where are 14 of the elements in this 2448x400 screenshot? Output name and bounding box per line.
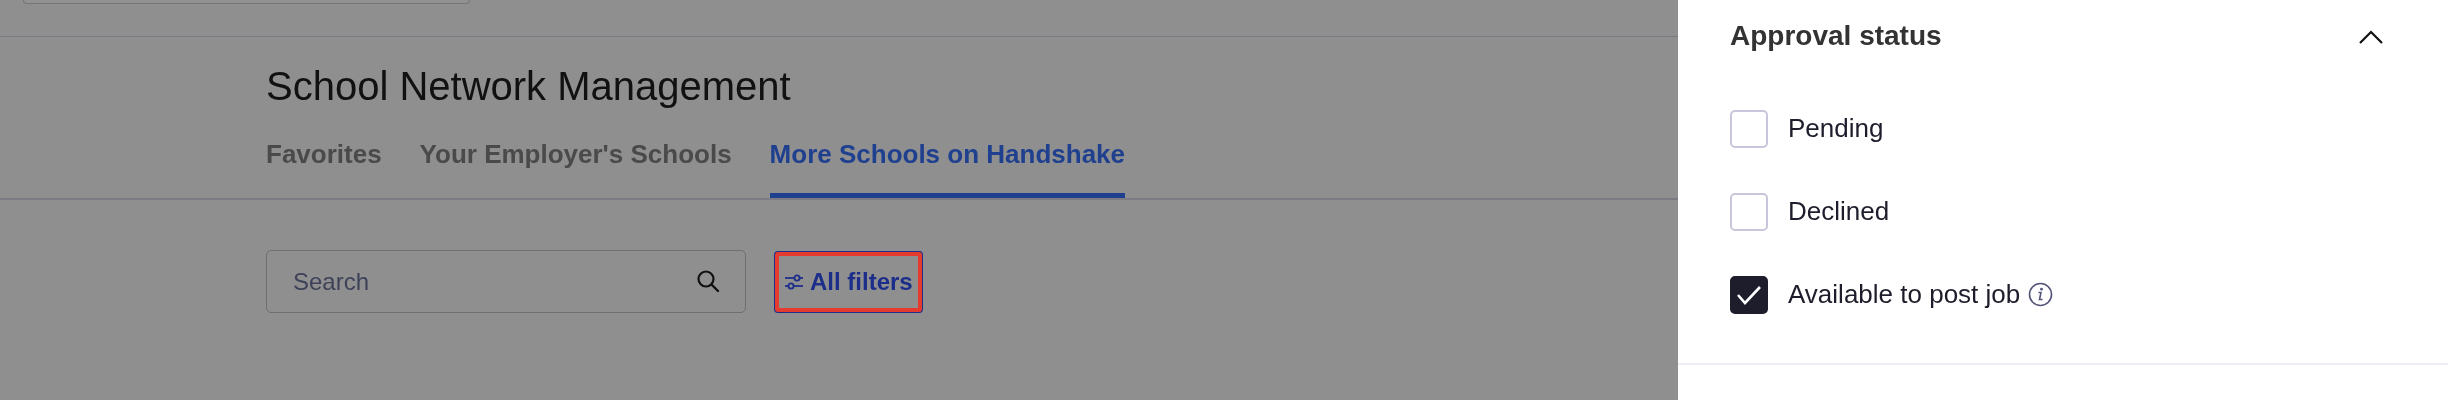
checkbox-label: Available to post job — [1788, 278, 2021, 311]
tab[interactable]: Your Employer's Schools — [419, 139, 732, 198]
search-field[interactable]: Search — [266, 250, 746, 313]
tab[interactable]: Favorites — [266, 139, 382, 198]
search-icon — [696, 269, 720, 293]
checkbox-label: Declined — [1788, 195, 1890, 228]
sliders-icon — [784, 272, 804, 291]
info-icon[interactable] — [2028, 282, 2054, 307]
checkbox[interactable] — [1730, 275, 1768, 314]
checkbox-label: Pending — [1788, 112, 1884, 145]
tab[interactable]: More Schools on Handshake — [769, 139, 1125, 198]
section-title: Approval status — [1730, 19, 1942, 53]
all-filters-button[interactable]: All filters — [774, 250, 923, 313]
page-title: School Network Management — [266, 63, 792, 109]
